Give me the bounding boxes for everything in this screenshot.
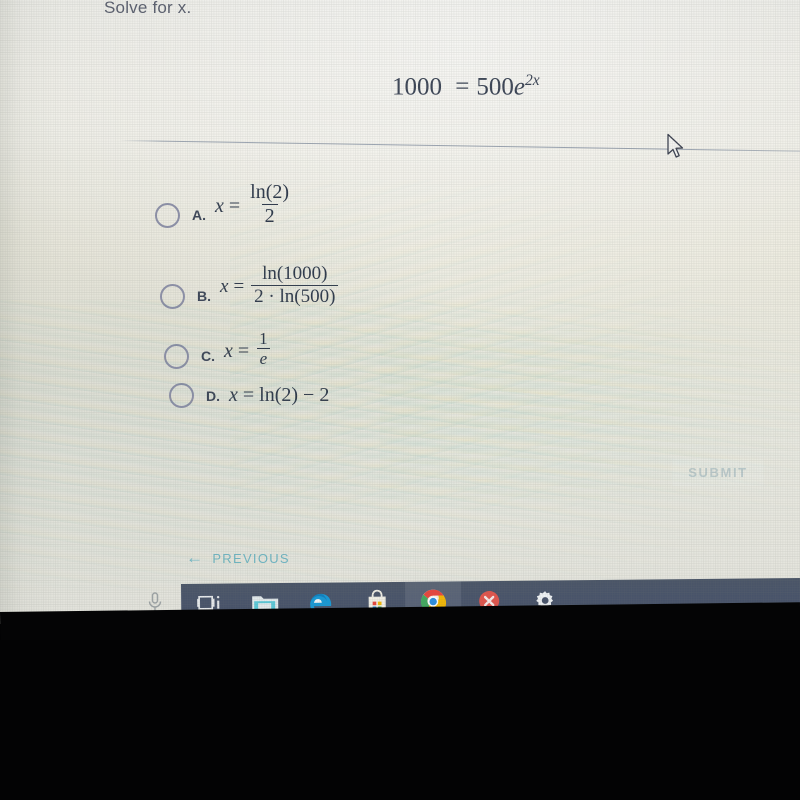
option-math-d: x = ln(2) − 2 — [229, 384, 329, 407]
previous-button[interactable]: ← PREVIOUS — [186, 548, 290, 567]
option-math-a: x = ln(2) 2 — [215, 181, 294, 229]
equation-exponent: 2x — [524, 72, 540, 89]
option-row-a[interactable]: A. x = ln(2) 2 — [155, 181, 294, 238]
previous-label: PREVIOUS — [212, 551, 290, 566]
option-row-c[interactable]: C. x = 1 e — [164, 329, 273, 375]
option-letter-b: B. — [197, 288, 211, 305]
option-c-relation: = — [237, 339, 250, 362]
equation-lhs: 1000 — [392, 73, 442, 101]
photographed-screen: Solve for x. 1000 = 500e2x A. x = ln(2) 2 — [0, 0, 800, 800]
equation-relation: = — [455, 73, 470, 101]
quiz-page: Solve for x. 1000 = 500e2x A. x = ln(2) 2 — [0, 0, 800, 624]
option-a-fraction: ln(2) 2 — [247, 181, 292, 227]
option-math-c: x = 1 e — [224, 329, 273, 370]
submit-button[interactable]: SUBMIT — [672, 459, 764, 486]
laptop-screen-area: Solve for x. 1000 = 500e2x A. x = ln(2) 2 — [0, 0, 800, 624]
option-a-variable: x — [215, 194, 224, 217]
arrow-left-icon: ← — [186, 548, 205, 567]
mouse-cursor — [666, 133, 686, 165]
option-b-numerator: ln(1000) — [262, 263, 328, 284]
question-title-text: Solve for x. — [104, 0, 192, 17]
radio-button-a[interactable] — [155, 202, 180, 228]
radio-button-d[interactable] — [169, 383, 194, 408]
option-row-b[interactable]: B. x = ln(1000) 2 · ln(500) — [160, 263, 340, 318]
option-a-relation: = — [228, 194, 241, 217]
option-c-fraction: 1 e — [256, 329, 271, 368]
option-a-numerator: ln(2) — [250, 181, 290, 203]
radio-button-b[interactable] — [160, 283, 185, 309]
option-b-relation: = — [233, 276, 245, 298]
option-row-d[interactable]: D. x = ln(2) − 2 — [169, 383, 329, 408]
option-b-fraction: ln(1000) 2 · ln(500) — [251, 263, 339, 307]
screen-bezel-fill — [0, 640, 800, 800]
option-letter-c: C. — [201, 348, 215, 365]
option-b-variable: x — [220, 276, 229, 298]
equation-base: e — [513, 73, 525, 101]
option-math-b: x = ln(1000) 2 · ln(500) — [220, 263, 340, 309]
option-d-relation: = — [242, 384, 255, 406]
radio-button-c[interactable] — [164, 343, 189, 369]
option-c-variable: x — [224, 339, 233, 362]
equation-coefficient: 500 — [476, 73, 514, 101]
option-b-denominator: 2 · ln(500) — [251, 284, 339, 307]
option-d-variable: x — [229, 384, 238, 406]
option-c-numerator: 1 — [259, 329, 268, 348]
section-divider — [119, 140, 800, 152]
option-letter-a: A. — [192, 207, 206, 224]
page-title: Solve for x. — [104, 0, 191, 18]
option-d-expression: ln(2) − 2 — [259, 384, 330, 406]
equation-display: 1000 = 500e2x — [392, 72, 540, 101]
option-a-denominator: 2 — [261, 203, 278, 227]
option-letter-d: D. — [206, 387, 220, 404]
option-c-denominator: e — [256, 348, 271, 368]
